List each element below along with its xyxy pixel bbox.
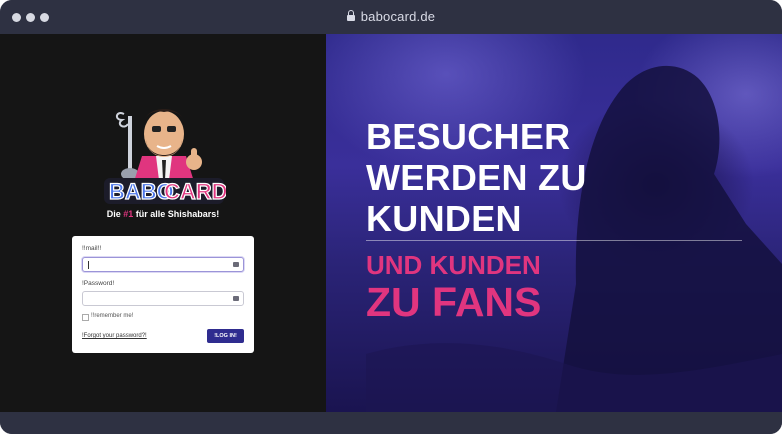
tagline: Die #1 für alle Shishabars!: [60, 209, 266, 219]
remember-checkbox[interactable]: [82, 314, 89, 321]
hero-headline: BESUCHER WERDEN ZU KUNDEN: [366, 116, 587, 239]
url-text: babocard.de: [360, 9, 436, 24]
tagline-suffix: für alle Shishabars!: [133, 209, 220, 219]
forgot-password-link[interactable]: !Forgot your password?!: [82, 333, 147, 339]
tagline-highlight: #1: [123, 209, 134, 219]
hero-line-3: KUNDEN: [366, 198, 522, 239]
login-panel: BABO CARD Die #1 für alle Shishabars! !!…: [0, 34, 326, 412]
svg-text:CARD: CARD: [164, 179, 226, 204]
hero-subheadline-2: ZU FANS: [366, 279, 542, 325]
text-caret: [88, 261, 89, 269]
address-bar[interactable]: babocard.de: [0, 9, 782, 24]
login-button[interactable]: !LOG IN!: [207, 329, 244, 343]
hero-line-1: BESUCHER: [366, 116, 571, 157]
email-field[interactable]: [82, 257, 244, 272]
email-label: !!mail!!: [82, 245, 102, 252]
hero-subheadline-1: UND KUNDEN: [366, 250, 541, 280]
babocard-wordmark: BABO CARD: [104, 178, 226, 205]
field-key-icon[interactable]: [233, 296, 239, 301]
tagline-prefix: Die: [106, 209, 124, 219]
password-field[interactable]: [82, 291, 244, 306]
hero-divider: [366, 240, 742, 241]
browser-bottombar: [0, 412, 782, 434]
remember-label: !!remember me!: [91, 313, 134, 319]
password-label: !Password!: [82, 280, 115, 287]
hero-line-2: WERDEN ZU: [366, 157, 587, 198]
mascot-icon: [116, 109, 202, 188]
mascot-logo: BABO CARD: [104, 109, 226, 205]
lock-icon: [346, 10, 355, 21]
login-card: !!mail!! !Password! !!remember me! !Forg…: [72, 236, 254, 353]
page-content: BABO CARD Die #1 für alle Shishabars! !!…: [0, 34, 782, 412]
browser-window: babocard.de BABO CARD Die #1 für alle Sh…: [0, 0, 782, 434]
browser-titlebar: babocard.de: [0, 0, 782, 34]
field-key-icon[interactable]: [233, 262, 239, 267]
hero-panel: BESUCHER WERDEN ZU KUNDEN UND KUNDEN ZU …: [326, 34, 782, 412]
